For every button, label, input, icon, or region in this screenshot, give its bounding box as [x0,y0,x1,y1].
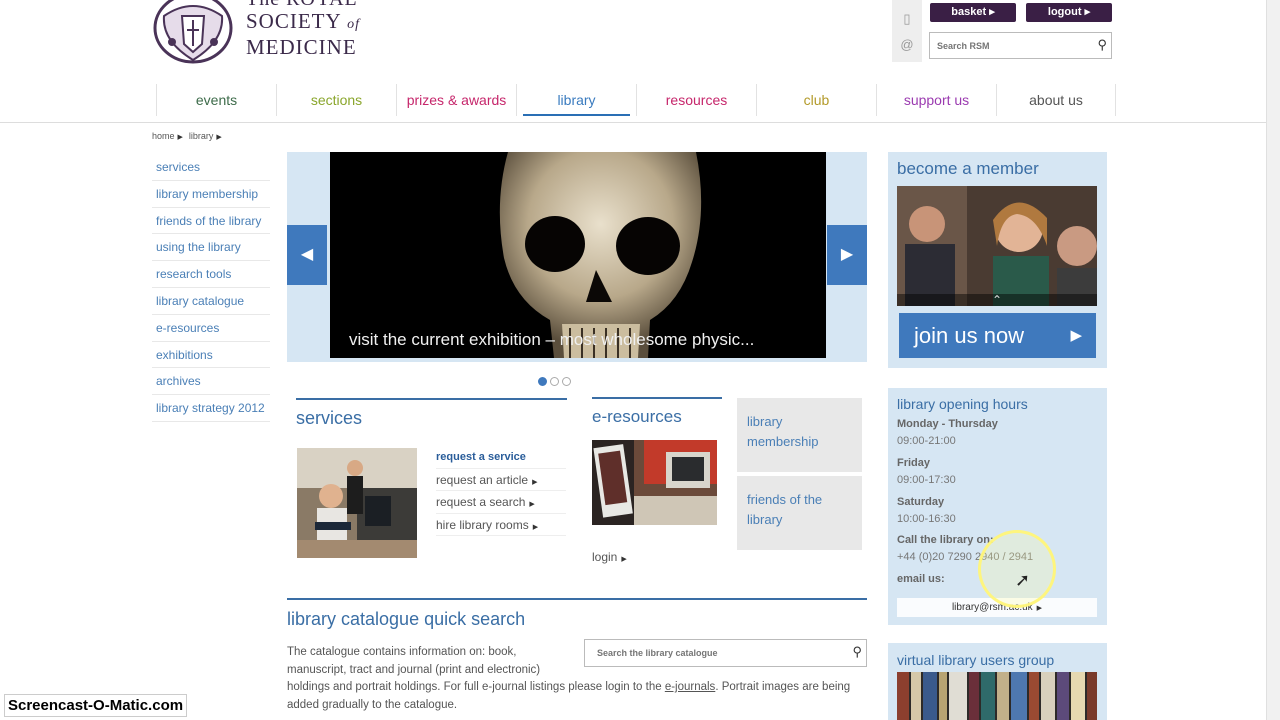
sidemenu-research-tools[interactable]: research tools [152,261,270,288]
quick-search-divider [287,598,867,600]
breadcrumb-home[interactable]: home [152,131,175,141]
nav-resources[interactable]: resources [636,84,756,116]
sidemenu-library-membership[interactable]: library membership [152,181,270,208]
breadcrumb-arrow-icon: ▶ [216,134,222,141]
site-search-input[interactable] [930,33,1090,58]
arrow-right-icon: ▶ [1036,605,1043,612]
request-an-article-link[interactable]: request an article ▶ [436,469,566,491]
arrow-right-icon: ▶ [532,523,539,531]
sidemenu-archives[interactable]: archives [152,368,270,396]
slider-pagination [538,373,574,391]
arrow-right-icon: ▶ [529,501,535,508]
become-a-member-heading[interactable]: become a member [897,159,1039,179]
services-links: request a service request an article ▶ re… [436,446,566,536]
sidemenu-using-the-library[interactable]: using the library [152,234,270,262]
sidemenu-library-catalogue[interactable]: library catalogue [152,288,270,315]
bookshelf-photo[interactable] [897,672,1097,720]
nav-about-us[interactable]: about us [996,84,1116,116]
eresources-photo[interactable] [592,440,717,525]
catalogue-search: ⚲ [584,639,867,667]
logo-line-2: SOCIETY [246,9,341,33]
library-side-menu: services library membership friends of t… [152,154,270,422]
slider-dot-3[interactable] [562,377,571,386]
breadcrumb: home ▶ library ▶ [152,131,228,141]
request-a-search-link[interactable]: request a search ▶ [436,491,566,514]
breadcrumb-library[interactable]: library [189,131,214,141]
hours-label-friday: Friday [897,457,931,469]
search-icon[interactable]: ⚲ [852,644,862,660]
email-label: email us: [897,573,945,585]
logo-of: of [347,17,361,32]
basket-button[interactable]: basket ▸ [930,3,1016,22]
sidemenu-exhibitions[interactable]: exhibitions [152,342,270,369]
member-photo[interactable]: ⌃ [897,186,1097,307]
chevron-right-icon: ▶ [840,246,854,263]
sidemenu-library-strategy-2012[interactable]: library strategy 2012 [152,395,270,422]
utility-icon-strip: ▯ @ [892,0,922,62]
page-scrollbar[interactable] [1266,0,1280,720]
arrow-right-icon: ▶ [532,478,538,486]
chevron-left-icon: ◀ [300,246,314,263]
opening-hours-heading: library opening hours [897,396,1028,412]
vlug-heading[interactable]: virtual library users group [897,652,1054,668]
search-icon[interactable]: ⚲ [1097,37,1107,53]
nav-club[interactable]: club [756,84,876,116]
nav-support-us[interactable]: support us [876,84,996,116]
friends-of-the-library-tile[interactable]: friends of the library [737,476,862,550]
hours-value-mon-thu: 09:00-21:00 [897,435,956,447]
slider-next-button[interactable]: ▶ [827,225,867,285]
main-nav: events sections prizes & awards library … [156,84,1118,116]
sidemenu-e-resources[interactable]: e-resources [152,315,270,342]
sidemenu-services[interactable]: services [152,154,270,181]
hours-value-saturday: 10:00-16:30 [897,513,956,525]
logout-button[interactable]: logout ▸ [1026,3,1112,22]
slider-prev-button[interactable]: ◀ [287,225,327,285]
quick-search-heading: library catalogue quick search [287,609,526,629]
slider-dot-2[interactable] [550,377,559,386]
hours-label-saturday: Saturday [897,496,945,508]
hours-value-friday: 09:00-17:30 [897,474,956,486]
breadcrumb-arrow-icon: ▶ [177,134,183,141]
site-search: ⚲ [929,32,1112,59]
join-us-now-button[interactable]: join us now ▶ [899,313,1096,358]
nav-prizes-awards[interactable]: prizes & awards [396,84,516,116]
nav-events[interactable]: events [156,84,276,116]
request-a-service-link[interactable]: request a service [436,446,566,469]
hours-label-mon-thu: Monday - Thursday [897,418,998,430]
library-membership-tile[interactable]: library membership [737,398,862,472]
hire-library-rooms-link[interactable]: hire library rooms ▶ [436,514,566,536]
sidemenu-friends-of-the-library[interactable]: friends of the library [152,208,270,235]
eresources-heading[interactable]: e-resources [592,397,722,427]
login-link[interactable]: login ▶ [592,550,627,564]
screencast-watermark: Screencast-O-Matic.com [4,694,188,717]
mouse-pointer-icon: ➚ [1015,570,1031,590]
chevron-right-icon: ▶ [1070,327,1082,344]
nav-sections[interactable]: sections [276,84,396,116]
logo-line-3: MEDICINE [246,35,357,59]
skull-slide-image[interactable] [330,152,826,358]
services-heading[interactable]: services [296,398,567,429]
slide-caption[interactable]: visit the current exhibition – most whol… [349,330,754,350]
rsm-wordmark[interactable]: The ROYAL SOCIETY of MEDICINE [246,0,360,58]
services-photo[interactable] [297,448,417,558]
rsm-crest-logo[interactable] [152,0,234,66]
catalogue-search-input[interactable] [585,640,840,666]
cursor-highlight [978,530,1056,608]
at-sign-icon[interactable]: @ [900,38,914,52]
svg-text:⌃: ⌃ [992,293,1002,306]
arrow-right-icon: ▶ [621,556,627,563]
e-journals-link[interactable]: e-journals [665,681,716,693]
mobile-icon[interactable]: ▯ [900,12,914,26]
call-label: Call the library on: [897,534,994,546]
slider-dot-1[interactable] [538,377,547,386]
nav-library[interactable]: library [516,84,636,116]
nav-divider [0,122,1280,123]
